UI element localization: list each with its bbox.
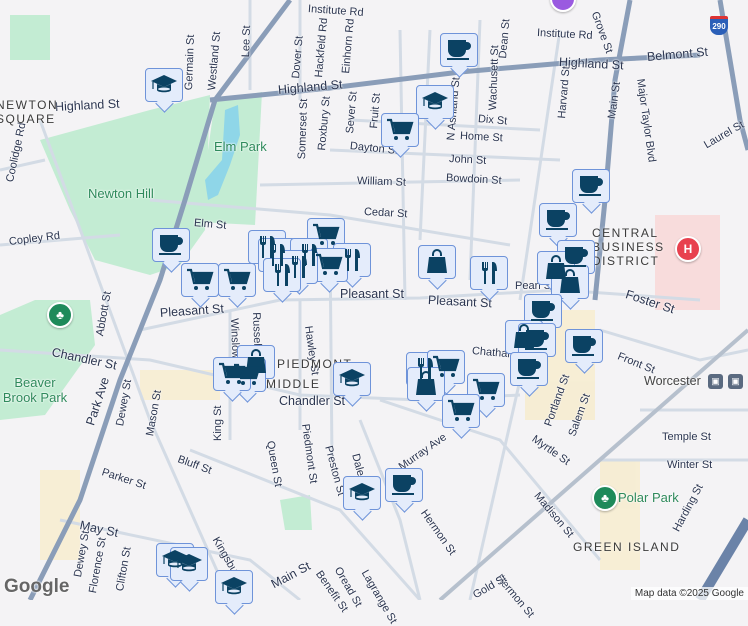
cafe-marker[interactable] (565, 329, 603, 363)
graduation-cap-icon (175, 551, 203, 577)
train-station-icon[interactable]: ▣ (708, 374, 723, 389)
coffee-cup-icon (529, 298, 557, 324)
graduation-cap-icon (220, 574, 248, 600)
coffee-cup-icon (390, 472, 418, 498)
coffee-cup-icon (523, 327, 551, 353)
train-station-icon[interactable]: ▣ (728, 374, 743, 389)
shopping-cart-icon (186, 267, 214, 293)
grocery-marker[interactable] (218, 263, 256, 297)
coffee-cup-icon (544, 207, 572, 233)
street-label: Temple St (662, 431, 711, 443)
street-label: William St (356, 175, 407, 189)
park-label-elm-park: Elm Park (214, 139, 267, 154)
coffee-cup-icon (570, 333, 598, 359)
coffee-cup-icon (515, 356, 543, 382)
cafe-marker[interactable] (440, 33, 478, 67)
shopping-cart-icon (223, 267, 251, 293)
hospital-icon[interactable]: H (675, 236, 701, 262)
park-label-newton-hill: Newton Hill (88, 186, 154, 201)
area-label-middle: MIDDLE (266, 377, 321, 391)
grocery-marker[interactable] (442, 394, 480, 428)
street-label: Home St (459, 130, 504, 145)
street-label: Somerset St (296, 98, 311, 160)
graduation-cap-icon (348, 480, 376, 506)
school-marker[interactable] (145, 68, 183, 102)
school-marker[interactable] (343, 476, 381, 510)
park-icon[interactable]: ♣ (47, 302, 73, 328)
cafe-marker[interactable] (518, 323, 556, 357)
street-label: Pleasant St (340, 287, 404, 301)
shopping-bag-icon (556, 269, 584, 295)
street-label: Chandler St (279, 394, 346, 408)
grocery-marker[interactable] (213, 357, 251, 391)
fork-knife-icon (268, 262, 296, 288)
cafe-marker[interactable] (152, 228, 190, 262)
shopping-marker[interactable] (418, 245, 456, 279)
street-label: John St (448, 153, 487, 167)
interstate-shield-icon: 290 (710, 16, 728, 35)
cafe-marker[interactable] (385, 468, 423, 502)
coffee-cup-icon (577, 173, 605, 199)
school-marker[interactable] (215, 570, 253, 604)
shopping-cart-icon (472, 377, 500, 403)
shopping-bag-icon (423, 249, 451, 275)
park-label-polar-park: Polar Park (618, 490, 679, 505)
shopping-cart-icon (315, 252, 343, 278)
coffee-cup-icon (157, 232, 185, 258)
area-label-newton-square: NEWTON SQUARE (0, 98, 59, 126)
grocery-marker[interactable] (181, 263, 219, 297)
shopping-cart-icon (386, 117, 414, 143)
street-label: King St (212, 405, 224, 441)
school-marker[interactable] (170, 547, 208, 581)
cafe-marker[interactable] (510, 352, 548, 386)
grocery-marker[interactable] (381, 113, 419, 147)
park-icon[interactable]: ♣ (592, 485, 618, 511)
cafe-marker[interactable] (572, 169, 610, 203)
shopping-bag-icon (412, 371, 440, 397)
street-label: Lee St (240, 25, 254, 58)
street-label: Winter St (667, 459, 713, 471)
shopping-cart-icon (218, 361, 246, 387)
shopping-marker[interactable] (551, 265, 589, 299)
restaurant-marker[interactable] (263, 258, 301, 292)
coffee-cup-icon (445, 37, 473, 63)
street-label: Germain St (183, 34, 197, 91)
school-marker[interactable] (333, 362, 371, 396)
place-label-worcester-station: Worcester (644, 374, 701, 388)
cafe-marker[interactable] (539, 203, 577, 237)
grocery-marker[interactable] (310, 248, 348, 282)
google-logo[interactable]: Google (4, 576, 69, 598)
shopping-marker[interactable] (407, 367, 445, 401)
street-label: Cedar St (363, 206, 408, 221)
restaurant-marker[interactable] (470, 256, 508, 290)
shopping-cart-icon (447, 398, 475, 424)
area-label-green-island: GREEN ISLAND (573, 540, 681, 554)
fork-knife-icon (475, 260, 503, 286)
cafe-marker[interactable] (524, 294, 562, 328)
park-label-beaver-brook: Beaver Brook Park (2, 375, 68, 405)
map-attribution[interactable]: Map data ©2025 Google (630, 587, 748, 600)
street-label: Dix St (477, 113, 508, 128)
school-marker[interactable] (416, 85, 454, 119)
graduation-cap-icon (150, 72, 178, 98)
graduation-cap-icon (421, 89, 449, 115)
graduation-cap-icon (338, 366, 366, 392)
